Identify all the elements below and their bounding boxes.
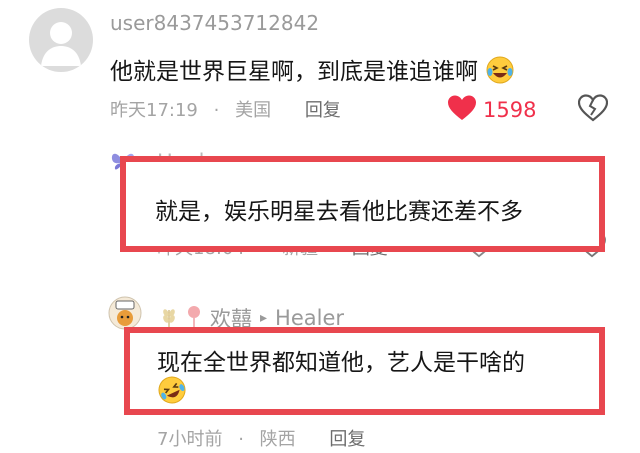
reply2-location: 陕西 [259, 429, 296, 450]
separator-dot: · [238, 429, 244, 450]
reply2-time: 7小时前 [157, 429, 223, 450]
avatar-default[interactable] [29, 8, 93, 72]
comment-text-content: 他就是世界巨星啊，到底是谁追谁啊 [110, 59, 478, 85]
crying-laughing-emoji-icon [485, 55, 515, 91]
comment-username[interactable]: user8437453712842 [110, 11, 319, 35]
default-avatar-icon [41, 22, 81, 66]
comment-meta: 昨天17:19 · 美国 回复 [110, 96, 341, 122]
dislike-button[interactable] [577, 94, 609, 126]
reply2-avatar[interactable] [108, 296, 142, 330]
comment-text: 他就是世界巨星啊，到底是谁追谁啊 [110, 52, 515, 91]
heart-filled-icon [447, 94, 477, 126]
reply2-text: 现在全世界都知道他，艺人是干啥的 [157, 350, 525, 376]
reply2-reply-button[interactable]: 回复 [329, 429, 365, 450]
reply-arrow-icon: ▸ [260, 310, 268, 326]
separator-dot: · [213, 100, 220, 121]
like-button[interactable]: 1598 [447, 94, 536, 126]
broken-heart-icon [577, 94, 609, 122]
rofl-emoji-icon [156, 374, 188, 410]
reply-button[interactable]: 回复 [305, 100, 341, 121]
comment-time: 昨天17:19 [110, 100, 198, 121]
comment-location: 美国 [235, 100, 272, 121]
cartoon-dog-avatar-icon [108, 296, 142, 330]
reply2-meta: 7小时前 · 陕西 回复 [157, 425, 365, 451]
reply1-text: 就是，娱乐明星去看他比赛还差不多 [155, 199, 523, 225]
like-count: 1598 [483, 98, 537, 122]
